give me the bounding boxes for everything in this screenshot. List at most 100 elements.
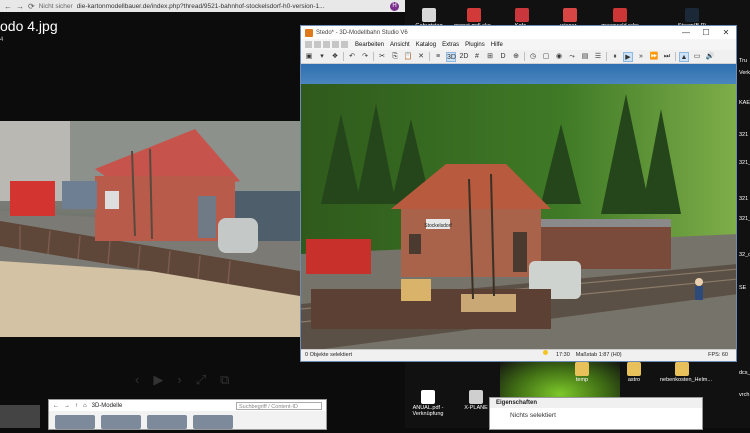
redo-icon[interactable]: ↷ [360, 52, 370, 62]
new-file-icon[interactable] [305, 41, 312, 48]
print-icon[interactable] [341, 41, 348, 48]
3d-viewport[interactable]: Stockelsdorf [301, 64, 736, 352]
minimize-icon[interactable]: — [676, 26, 696, 39]
app-title: Stedo* - 3D-Modellbahn Studio V6 [316, 29, 408, 36]
next-icon[interactable]: › [177, 372, 181, 388]
prev-icon[interactable]: ‹ [135, 372, 139, 388]
desktop-shortcut[interactable]: astro [612, 362, 656, 383]
image-icon[interactable]: ▤ [580, 52, 590, 62]
category-tiles [49, 411, 326, 433]
faster-icon[interactable]: ⏩ [649, 52, 659, 62]
desktop-edge-label[interactable]: 321 [739, 196, 748, 202]
shortcut-icon [675, 362, 689, 376]
plugin-icon[interactable]: ❖ [330, 52, 340, 62]
list-icon[interactable]: ≡ [433, 52, 443, 62]
shortcut-icon [421, 390, 435, 404]
up-icon[interactable]: ↑ [75, 403, 78, 409]
sun-icon [543, 350, 548, 355]
fullscreen-icon[interactable]: ⤢ [196, 372, 206, 388]
external-link-icon[interactable]: ⧉ [220, 372, 229, 388]
close-icon[interactable]: ✕ [716, 26, 736, 39]
desktop-shortcut[interactable]: ANUAL.pdf - Verknüpfung [406, 390, 450, 417]
terrain-icon[interactable]: ▲ [679, 51, 689, 62]
skip-end-icon[interactable]: ⏭ [662, 52, 672, 62]
menu-extras[interactable]: Extras [439, 42, 462, 48]
desktop-edge-label[interactable]: Verkn [739, 70, 750, 76]
layers-icon[interactable]: ☰ [593, 52, 603, 62]
home-icon[interactable]: ⌂ [83, 403, 87, 409]
model-search-input[interactable]: Suchbegriff / Content-ID [236, 402, 322, 410]
box-icon[interactable]: ▢ [541, 52, 551, 62]
main-toolbar: ▣ ▾ ❖ ↶ ↷ ✂ ⎘ 📋 ✕ ≡ 3D 2D # ⊞ D ⊕ ◷ ▢ ◉ … [301, 50, 736, 64]
time-status[interactable]: 17:30 [556, 350, 570, 361]
viewer-controls: ‹ ▶ › ⤢ ⧉ [135, 372, 229, 388]
category-tile[interactable] [55, 415, 95, 429]
d-button[interactable]: D [498, 52, 508, 62]
route-icon[interactable]: ⤳ [567, 52, 577, 62]
profile-avatar[interactable]: H [390, 2, 399, 11]
station-sign: Stockelsdorf [424, 223, 452, 229]
camera-icon[interactable]: ◉ [554, 52, 564, 62]
desktop-edge-label[interactable]: dcs_ [739, 370, 750, 376]
desktop-edge-label[interactable]: 321_ [739, 160, 750, 166]
category-tile[interactable] [101, 415, 141, 429]
not-secure-label: Nicht sicher [38, 2, 73, 10]
undo-icon[interactable]: ↶ [347, 52, 357, 62]
pause-icon[interactable]: ⏸ [610, 52, 620, 62]
shortcut-icon [613, 8, 627, 22]
forward-icon[interactable]: → [16, 2, 24, 11]
grid-icon[interactable]: # [472, 52, 482, 62]
maximize-icon[interactable]: ☐ [696, 26, 716, 39]
sound-icon[interactable]: 🔊 [705, 52, 715, 62]
menu-bar: Bearbeiten Ansicht Katalog Extras Plugin… [301, 39, 736, 50]
track-icon[interactable]: ⊞ [485, 52, 495, 62]
desktop-edge-label[interactable]: vrch [739, 392, 749, 398]
desktop-shortcut[interactable]: temp [560, 362, 604, 383]
desktop-edge-label[interactable]: KAE_ [739, 100, 750, 106]
delete-icon[interactable]: ✕ [416, 52, 426, 62]
desktop-edge-label[interactable]: Tru [739, 58, 747, 64]
desktop-edge-label[interactable]: SE [739, 285, 746, 291]
model-photo [0, 121, 300, 337]
open-file-icon[interactable] [314, 41, 321, 48]
category-tile[interactable] [193, 415, 233, 429]
play-icon[interactable]: ▶ [153, 372, 163, 388]
model-library-title: 3D-Modelle [91, 402, 123, 409]
properties-title: Eigenschaften [490, 398, 702, 408]
back-icon[interactable]: ← [53, 403, 59, 409]
app-window: Stedo* - 3D-Modellbahn Studio V6 — ☐ ✕ B… [300, 25, 737, 362]
menu-hilfe[interactable]: Hilfe [488, 42, 506, 48]
view-3d-button[interactable]: 3D [446, 51, 456, 62]
shortcut-icon [627, 362, 641, 376]
window-icon[interactable]: ▭ [692, 52, 702, 62]
forward-icon[interactable]: → [64, 403, 70, 409]
scale-status[interactable]: Maßstab 1:87 (H0) [576, 350, 622, 361]
fast-forward-icon[interactable]: » [636, 52, 646, 62]
reload-icon[interactable]: ⟳ [28, 2, 35, 11]
paste-icon[interactable]: 📋 [403, 52, 413, 62]
play-icon[interactable]: ▶ [623, 51, 633, 62]
save-icon[interactable]: ▣ [304, 52, 314, 62]
menu-ansicht[interactable]: Ansicht [387, 42, 413, 48]
menu-bearbeiten[interactable]: Bearbeiten [352, 42, 387, 48]
menu-katalog[interactable]: Katalog [413, 42, 439, 48]
desktop-edge-label[interactable]: 321 [739, 132, 748, 138]
save-file-icon[interactable] [323, 41, 330, 48]
shortcut-icon [575, 362, 589, 376]
category-tile[interactable] [147, 415, 187, 429]
cut-icon[interactable]: ✂ [377, 52, 387, 62]
app-titlebar: Stedo* - 3D-Modellbahn Studio V6 — ☐ ✕ [301, 26, 736, 39]
crosshair-icon[interactable]: ⊕ [511, 52, 521, 62]
desktop-shortcut[interactable]: nebenkosten_Helm... [660, 362, 712, 383]
desktop-edge-label[interactable]: 32_c [739, 252, 750, 258]
menu-plugins[interactable]: Plugins [462, 42, 488, 48]
view-2d-button[interactable]: 2D [459, 52, 469, 62]
desktop-edge-label[interactable]: 321_ [739, 216, 750, 222]
clock-icon[interactable]: ◷ [528, 52, 538, 62]
back-icon[interactable]: ← [4, 2, 12, 11]
shortcut-label: ANUAL.pdf - Verknüpfung [412, 405, 444, 417]
copy-icon[interactable]: ⎘ [390, 52, 400, 62]
save-as-icon[interactable] [332, 41, 339, 48]
url-text[interactable]: die-kartonmodellbauer.de/index.php?threa… [77, 3, 325, 10]
dropdown-icon[interactable]: ▾ [317, 52, 327, 62]
